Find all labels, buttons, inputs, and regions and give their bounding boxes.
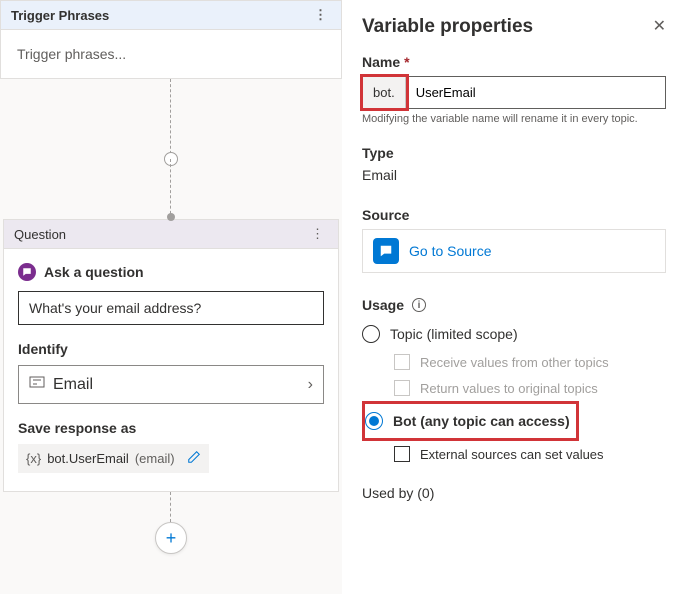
name-prefix: bot. [363,77,406,108]
source-label: Source [362,207,666,223]
identify-selector[interactable]: Email › [18,365,324,404]
more-icon[interactable]: ⋮ [307,226,328,242]
variable-icon: {x} [26,451,41,466]
name-input-row: bot. [362,76,666,109]
trigger-title: Trigger Phrases [11,8,109,23]
radio-bot-label: Bot (any topic can access) [393,413,570,429]
identify-value: Email [53,376,93,394]
add-node-button[interactable]: + [155,522,187,554]
variable-type: (email) [135,451,175,466]
question-text-input[interactable]: What's your email address? [18,291,324,325]
ask-question-label: Ask a question [44,264,144,280]
radio-icon [365,412,383,430]
save-as-label: Save response as [18,420,324,436]
connector-line [170,492,172,522]
trigger-header: Trigger Phrases ⋮ [1,1,341,30]
connector-dot-icon [167,213,175,221]
type-value: Email [362,167,666,183]
check-external-sources[interactable]: External sources can set values [362,441,666,467]
variable-properties-panel: ✕ Variable properties Name * bot. Modify… [342,0,686,594]
type-label: Type [362,145,666,161]
edit-icon[interactable] [187,450,201,467]
question-body: Ask a question What's your email address… [4,249,338,491]
identify-label: Identify [18,341,324,357]
radio-bot-scope[interactable]: Bot (any topic can access) [365,406,570,436]
source-icon [373,238,399,264]
more-icon[interactable]: ⋮ [310,7,331,23]
question-node[interactable]: Question ⋮ Ask a question What's your em… [3,219,339,492]
connector-line [170,79,172,159]
name-label: Name * [362,54,666,70]
ask-question-row: Ask a question [18,263,324,281]
name-input[interactable] [406,77,665,108]
name-helper: Modifying the variable name will rename … [362,113,666,125]
required-asterisk: * [404,54,409,70]
authoring-canvas: Trigger Phrases ⋮ Trigger phrases... Que… [0,0,342,594]
variable-chip[interactable]: {x} bot.UserEmail (email) [18,444,209,473]
source-box: Go to Source [362,229,666,273]
question-header: Question ⋮ [4,220,338,249]
trigger-body[interactable]: Trigger phrases... [1,30,341,78]
trigger-node[interactable]: Trigger Phrases ⋮ Trigger phrases... [0,0,342,79]
variable-name: bot.UserEmail [47,451,129,466]
check-return-values: Return values to original topics [362,375,666,401]
question-title: Question [14,227,66,242]
radio-topic-label: Topic (limited scope) [390,326,518,342]
entity-icon [29,374,45,395]
go-to-source-link[interactable]: Go to Source [409,243,492,259]
info-icon[interactable]: i [412,298,426,312]
chat-icon [18,263,36,281]
checkbox-icon [394,380,410,396]
radio-topic-scope[interactable]: Topic (limited scope) [362,319,666,349]
close-icon[interactable]: ✕ [653,16,666,36]
check-receive-values: Receive values from other topics [362,349,666,375]
checkbox-icon [394,446,410,462]
checkbox-icon [394,354,410,370]
connector-line [170,159,172,219]
chevron-right-icon: › [308,376,313,394]
used-by-label: Used by (0) [362,485,666,501]
panel-title: Variable properties [362,16,666,38]
usage-label: Usage i [362,297,666,313]
radio-icon [362,325,380,343]
highlight-selected-option: Bot (any topic can access) [362,401,579,441]
